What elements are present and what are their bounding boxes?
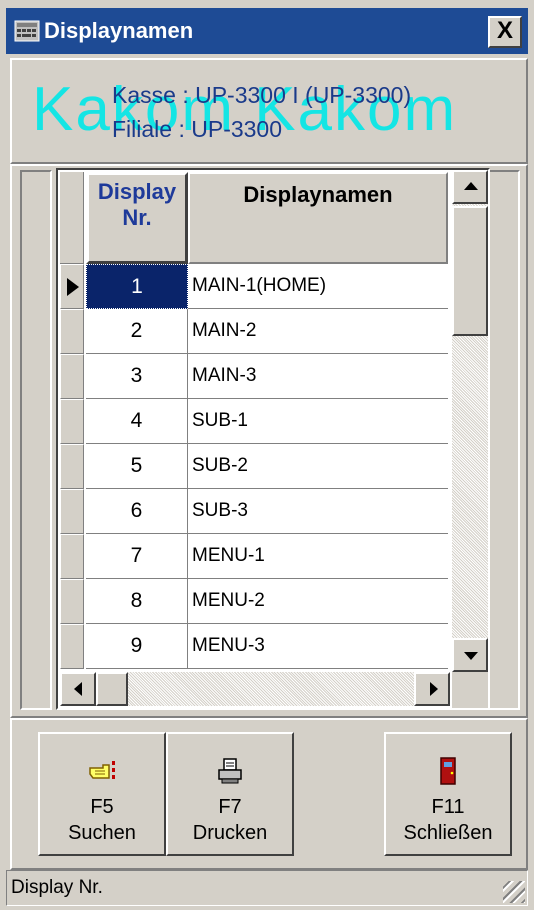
close-button-label: Schließen (403, 822, 493, 844)
cell-display-nr[interactable]: 1 (86, 264, 188, 309)
printer-icon (218, 758, 242, 784)
arrow-up-icon (464, 182, 478, 190)
table-row[interactable]: 4 SUB-1 (60, 399, 448, 444)
cell-displayname[interactable]: MAIN-3 (188, 354, 448, 399)
app-keyboard-icon (14, 20, 40, 42)
arrow-left-icon (74, 682, 82, 696)
column-header-nr-line2: Nr. (122, 205, 152, 230)
scroll-right-button[interactable] (414, 672, 450, 706)
horizontal-scroll-thumb[interactable] (96, 672, 128, 706)
cell-display-nr[interactable]: 7 (86, 534, 188, 579)
column-header-display-nr[interactable]: Display Nr. (86, 172, 188, 264)
cell-displayname[interactable]: MENU-2 (188, 579, 448, 624)
vertical-scroll-thumb[interactable] (452, 206, 488, 336)
print-button-key: F7 (218, 796, 242, 818)
window-title: Displaynamen (44, 18, 194, 43)
search-button-label: Suchen (68, 822, 136, 844)
cell-displayname[interactable]: SUB-1 (188, 399, 448, 444)
scrollbar-corner (452, 672, 488, 708)
display-names-grid[interactable]: Display Nr. Displaynamen 1 MAIN-1(HOME) … (56, 168, 490, 710)
print-button-label: Drucken (192, 822, 268, 844)
current-row-arrow-icon (67, 278, 79, 296)
scroll-down-button[interactable] (452, 638, 488, 672)
kasse-label: Kasse : UP-3300 I (UP-3300) (112, 82, 412, 108)
row-indicator[interactable] (60, 264, 84, 309)
table-row[interactable]: 9 MENU-3 (60, 624, 448, 669)
left-spacer-panel (20, 170, 52, 710)
header-panel: Kakom Kakom Kasse : UP-3300 I (UP-3300) … (10, 58, 528, 164)
search-button[interactable]: F5 Suchen (38, 732, 166, 856)
door-icon (440, 757, 456, 785)
close-window-button[interactable]: X (488, 16, 522, 48)
table-row[interactable]: 7 MENU-1 (60, 534, 448, 579)
column-header-nr-line1: Display (97, 179, 177, 204)
vertical-scrollbar[interactable] (452, 170, 488, 672)
table-row[interactable]: 8 MENU-2 (60, 579, 448, 624)
cell-display-nr[interactable]: 2 (86, 309, 188, 354)
pointing-hand-icon (89, 761, 115, 779)
scroll-up-button[interactable] (452, 170, 488, 204)
row-indicator[interactable] (60, 354, 84, 399)
status-text: Display Nr. (11, 877, 103, 898)
function-button-panel: F5 Suchen F7 Drucken F11 Schließen (10, 718, 528, 870)
right-spacer-panel (486, 170, 520, 710)
row-indicator[interactable] (60, 534, 84, 579)
cell-displayname[interactable]: MENU-3 (188, 624, 448, 669)
grid-area: Display Nr. Displaynamen 1 MAIN-1(HOME) … (10, 164, 528, 718)
close-button[interactable]: F11 Schließen (384, 732, 512, 856)
column-header-displaynamen[interactable]: Displaynamen (188, 172, 448, 264)
table-row[interactable]: 6 SUB-3 (60, 489, 448, 534)
arrow-down-icon (464, 652, 478, 660)
row-indicator[interactable] (60, 624, 84, 669)
displaynamen-window: Displaynamen X Kakom Kakom Kasse : UP-33… (0, 0, 534, 910)
cell-displayname[interactable]: MENU-1 (188, 534, 448, 579)
table-row[interactable]: 3 MAIN-3 (60, 354, 448, 399)
cell-displayname[interactable]: SUB-3 (188, 489, 448, 534)
row-indicator[interactable] (60, 579, 84, 624)
table-row[interactable]: 1 MAIN-1(HOME) (60, 264, 448, 309)
print-button[interactable]: F7 Drucken (166, 732, 294, 856)
scroll-left-button[interactable] (60, 672, 96, 706)
cell-displayname[interactable]: MAIN-1(HOME) (188, 264, 448, 309)
filiale-label: Filiale : UP-3300 (112, 116, 283, 142)
table-row[interactable]: 2 MAIN-2 (60, 309, 448, 354)
cell-display-nr[interactable]: 4 (86, 399, 188, 444)
cell-displayname[interactable]: SUB-2 (188, 444, 448, 489)
cell-display-nr[interactable]: 9 (86, 624, 188, 669)
title-bar[interactable]: Displaynamen X (6, 8, 528, 54)
resize-grip-icon[interactable] (503, 881, 525, 903)
status-bar: Display Nr. (6, 870, 528, 906)
arrow-right-icon (430, 682, 438, 696)
cell-display-nr[interactable]: 8 (86, 579, 188, 624)
row-indicator[interactable] (60, 444, 84, 489)
search-button-key: F5 (90, 796, 114, 818)
horizontal-scrollbar[interactable] (60, 672, 450, 706)
cell-display-nr[interactable]: 6 (86, 489, 188, 534)
table-row[interactable]: 5 SUB-2 (60, 444, 448, 489)
row-indicator-header (60, 172, 84, 264)
cell-displayname[interactable]: MAIN-2 (188, 309, 448, 354)
row-indicator[interactable] (60, 309, 84, 354)
row-indicator[interactable] (60, 489, 84, 534)
cell-display-nr[interactable]: 3 (86, 354, 188, 399)
close-button-key: F11 (431, 796, 465, 818)
cell-display-nr[interactable]: 5 (86, 444, 188, 489)
row-indicator[interactable] (60, 399, 84, 444)
